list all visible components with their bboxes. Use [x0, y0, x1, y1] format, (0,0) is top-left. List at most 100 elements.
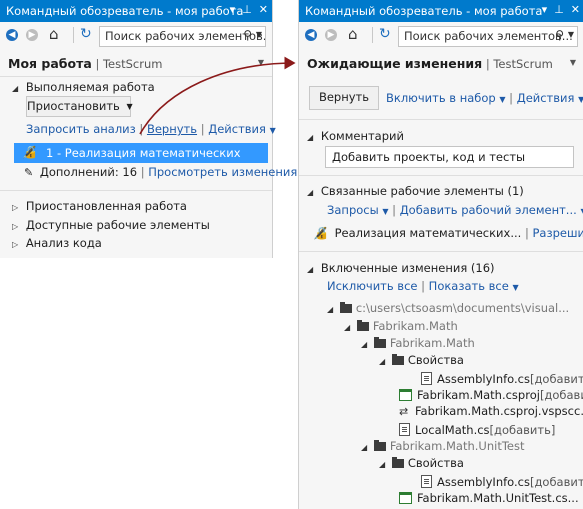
- actions-link[interactable]: Действия: [517, 91, 575, 105]
- divider: [299, 251, 583, 252]
- refresh-icon[interactable]: ↻: [80, 26, 92, 42]
- in-progress-section-header[interactable]: ◢ Выполняемая работа: [12, 80, 155, 94]
- tree-node-file[interactable]: ⇄ Fabrikam.Math.csproj.vspscc...: [399, 404, 583, 420]
- tree-node-folder[interactable]: ◢ Fabrikam.Math: [361, 336, 475, 352]
- dropdown-icon[interactable]: ▾: [542, 3, 548, 16]
- expand-triangle-icon[interactable]: ▷: [12, 240, 18, 249]
- link-separator: |: [140, 165, 145, 179]
- close-icon[interactable]: ✕: [259, 3, 268, 16]
- tree-node-label: Свойства: [407, 456, 464, 470]
- page-dropdown-icon[interactable]: ▼: [258, 58, 264, 67]
- include-in-set-link[interactable]: Включить в набор: [386, 91, 496, 105]
- team-explorer-my-work-panel: Командный обозреватель - моя работа ▾ ⊥ ✕ …: [0, 0, 297, 258]
- page-header: Ожидающие изменения | TestScrum ▼: [307, 56, 576, 74]
- back-arrow-icon[interactable]: ◀: [6, 29, 18, 41]
- folder-icon: [373, 337, 386, 348]
- pending-actions-row: Включить в набор ▼ | Действия ▼: [386, 91, 583, 105]
- file-icon: [421, 475, 432, 488]
- related-work-item-row[interactable]: 🔏 Реализация математических... | Разреши…: [313, 226, 583, 240]
- collapse-triangle-icon[interactable]: ◢: [12, 84, 18, 93]
- expand-triangle-icon[interactable]: ▷: [12, 222, 18, 231]
- folder-icon: [391, 354, 404, 365]
- request-review-link[interactable]: Запросить анализ: [26, 122, 136, 136]
- expand-triangle-icon[interactable]: ▷: [12, 203, 18, 212]
- actions-link[interactable]: Действия: [208, 122, 266, 136]
- comment-input[interactable]: Добавить проекты, код и тесты: [325, 146, 574, 168]
- add-work-item-link[interactable]: Добавить рабочий элемент...: [400, 203, 577, 217]
- view-changes-link[interactable]: Просмотреть изменения: [148, 165, 297, 179]
- home-icon[interactable]: ⌂: [49, 25, 59, 43]
- related-items-links: Запросы ▼ | Добавить рабочий элемент... …: [327, 203, 583, 217]
- collapse-triangle-icon[interactable]: ◢: [307, 265, 313, 274]
- folder-icon: [391, 457, 404, 468]
- tree-node-file[interactable]: AssemblyInfo.cs[добавить]: [421, 370, 583, 386]
- search-dropdown-icon[interactable]: ▼: [256, 30, 262, 39]
- page-dropdown-icon[interactable]: ▼: [570, 58, 576, 67]
- undo-button[interactable]: Вернуть: [309, 86, 379, 110]
- home-icon[interactable]: ⌂: [348, 25, 358, 43]
- collapse-triangle-icon[interactable]: ◢: [307, 188, 313, 197]
- collapse-triangle-icon[interactable]: ◢: [307, 133, 313, 142]
- additions-count: Дополнений: 16: [39, 165, 138, 179]
- work-item-row-selected[interactable]: 🔏 1 - Реализация математических: [14, 143, 268, 163]
- page-header: Моя работа | TestScrum ▼: [8, 56, 264, 74]
- suspend-button[interactable]: Приостановить ▼: [26, 96, 133, 117]
- search-input[interactable]: Поиск рабочих элементов... ⚲ ▼: [99, 26, 266, 47]
- section-label: Анализ кода: [25, 236, 102, 250]
- dropdown-icon[interactable]: ▾: [230, 3, 236, 16]
- comment-section-header[interactable]: ◢ Комментарий: [307, 129, 404, 143]
- tree-node-folder[interactable]: ◢ Fabrikam.Math: [344, 319, 458, 335]
- tree-node-label: Fabrikam.Math.UnitTest: [389, 439, 525, 453]
- exclude-all-link[interactable]: Исключить все: [327, 279, 417, 293]
- tree-node-root[interactable]: ◢ c:\users\ctsoasm\documents\visual...: [327, 301, 569, 317]
- tree-node-file[interactable]: Fabrikam.Math.UnitTest.cs...: [399, 490, 579, 506]
- collapse-triangle-icon[interactable]: ◢: [344, 323, 350, 332]
- collapse-triangle-icon[interactable]: ◢: [379, 460, 385, 469]
- collapse-triangle-icon[interactable]: ◢: [361, 340, 367, 349]
- tree-node-label: c:\users\ctsoasm\documents\visual...: [355, 301, 570, 315]
- forward-arrow-icon[interactable]: ▶: [26, 29, 38, 41]
- chevron-down-icon: ▼: [499, 95, 506, 104]
- tree-node-file[interactable]: AssemblyInfo.cs[добавить]: [421, 473, 583, 489]
- section-code-review[interactable]: ▷ Анализ кода: [12, 236, 102, 250]
- tree-node-label: Fabrikam.Math: [372, 319, 458, 333]
- included-changes-section-header[interactable]: ◢ Включенные изменения (16): [307, 261, 495, 275]
- search-input[interactable]: Поиск рабочих элементов... ⚲ ▼: [398, 26, 578, 47]
- refresh-icon[interactable]: ↻: [379, 26, 391, 42]
- related-items-section-header[interactable]: ◢ Связанные рабочие элементы (1): [307, 184, 524, 198]
- tree-node-folder[interactable]: ◢ Свойства: [379, 456, 464, 472]
- tree-node-label: Fabrikam.Math.csproj.vspscc...: [415, 404, 583, 418]
- search-dropdown-icon[interactable]: ▼: [568, 30, 574, 39]
- pin-icon[interactable]: ⊥: [242, 3, 252, 16]
- close-icon[interactable]: ✕: [571, 3, 580, 16]
- forward-arrow-icon[interactable]: ▶: [325, 29, 337, 41]
- collapse-triangle-icon[interactable]: ◢: [327, 305, 333, 314]
- back-arrow-icon[interactable]: ◀: [305, 29, 317, 41]
- tree-node-file[interactable]: LocalMath.cs[добавить]: [399, 421, 555, 437]
- search-placeholder: Поиск рабочих элементов...: [105, 29, 266, 43]
- tree-node-label: Fabrikam.Math.csproj: [417, 388, 540, 402]
- section-available-items[interactable]: ▷ Доступные рабочие элементы: [12, 218, 210, 232]
- section-suspended[interactable]: ▷ Приостановленная работа: [12, 199, 187, 213]
- chevron-down-icon: ▼: [126, 102, 133, 111]
- tree-node-label: AssemblyInfo.cs: [437, 475, 530, 489]
- file-icon: [399, 423, 410, 436]
- swap-arrows-icon: ⇄: [399, 405, 409, 418]
- pencil-icon: ✎: [24, 166, 34, 179]
- collapse-triangle-icon[interactable]: ◢: [379, 357, 385, 366]
- pin-icon[interactable]: ⊥: [554, 3, 564, 16]
- tree-node-folder[interactable]: ◢ Fabrikam.Math.UnitTest: [361, 439, 524, 455]
- tree-node-label: Свойства: [407, 353, 464, 367]
- search-icon[interactable]: ⚲: [243, 28, 252, 42]
- link-separator: |: [200, 122, 205, 136]
- resolve-link[interactable]: Разрешить: [533, 226, 583, 240]
- queries-link[interactable]: Запросы: [327, 203, 379, 217]
- tree-node-file[interactable]: Fabrikam.Math.csproj[добавить]: [399, 387, 583, 403]
- undo-link[interactable]: Вернуть: [147, 122, 197, 136]
- search-icon[interactable]: ⚲: [555, 28, 564, 42]
- link-separator: |: [392, 203, 397, 217]
- tree-node-folder[interactable]: ◢ Свойства: [379, 353, 464, 369]
- show-all-link[interactable]: Показать все: [429, 279, 509, 293]
- undo-button-label: Вернуть: [318, 90, 370, 104]
- collapse-triangle-icon[interactable]: ◢: [361, 443, 367, 452]
